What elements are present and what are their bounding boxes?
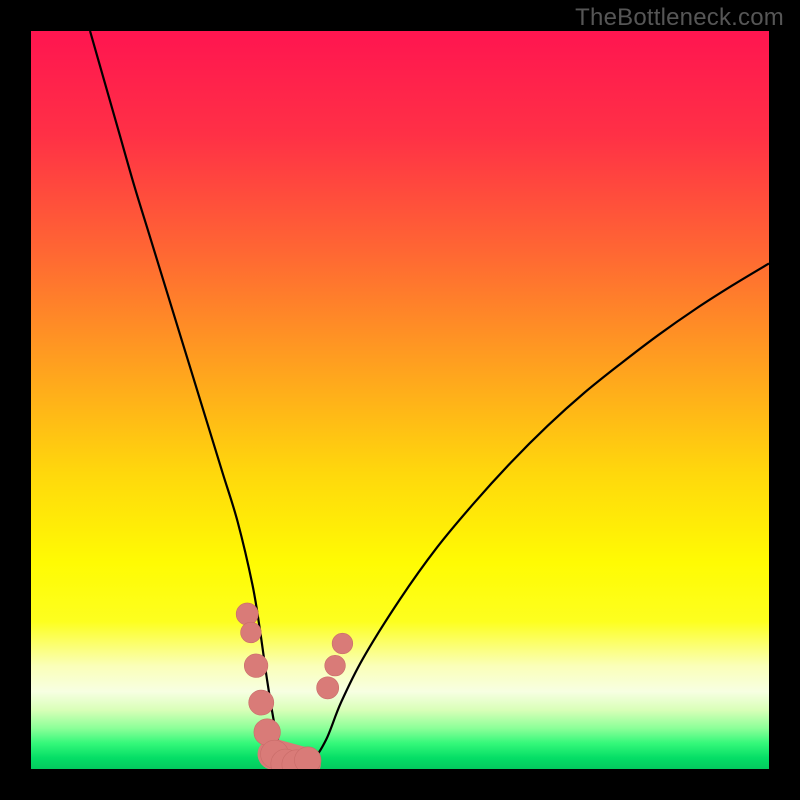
highlight-markers [31,31,769,769]
chart-frame: TheBottleneck.com [0,0,800,800]
plot-area [31,31,769,769]
watermark-label: TheBottleneck.com [575,4,784,32]
